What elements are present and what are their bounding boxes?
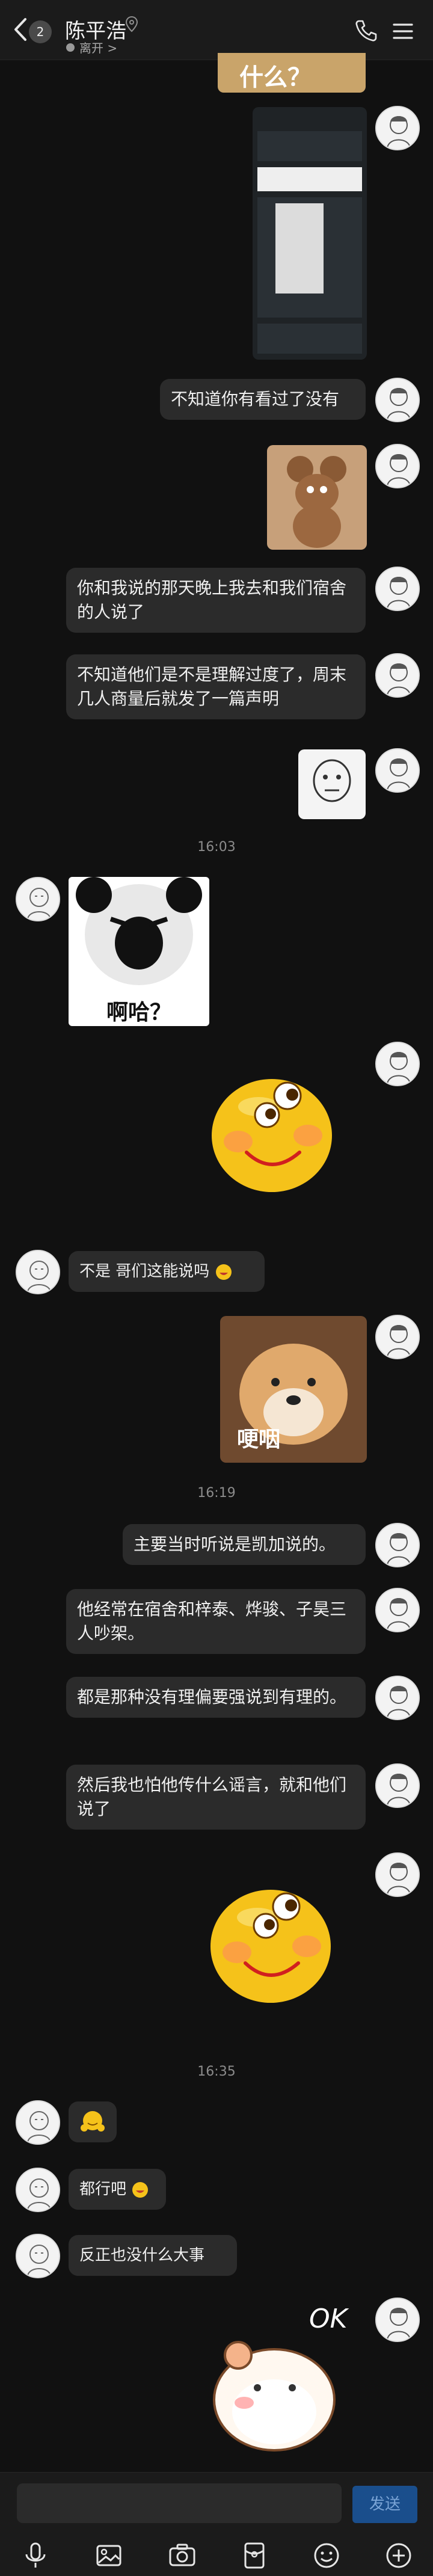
message-bubble-incoming[interactable]: 反正也没什么大事 bbox=[69, 2235, 237, 2276]
my-avatar[interactable] bbox=[375, 444, 420, 488]
message-bubble-outgoing[interactable]: 你和我说的那天晚上我去和我们宿舍的人说了 bbox=[66, 568, 366, 633]
my-avatar[interactable] bbox=[375, 1315, 420, 1359]
image-icon[interactable] bbox=[94, 2541, 124, 2570]
panda-sticker[interactable]: 啊哈？ bbox=[69, 877, 209, 1026]
contact-avatar[interactable] bbox=[16, 2100, 60, 2145]
my-avatar[interactable] bbox=[375, 653, 420, 698]
contact-avatar[interactable] bbox=[16, 1250, 60, 1294]
my-avatar[interactable] bbox=[375, 106, 420, 150]
presence-text: 离开 > bbox=[79, 41, 118, 55]
hamster-sticker-caption: OK bbox=[309, 2304, 348, 2334]
message-bubble-outgoing[interactable]: 然后我也怕他传什么谣言，就和他们说了 bbox=[66, 1765, 366, 1830]
message-bubble-outgoing[interactable]: 都是那种没有理偏要强说到有理的。 bbox=[66, 1677, 366, 1718]
my-avatar[interactable] bbox=[375, 1676, 420, 1720]
emoji-icon[interactable] bbox=[312, 2541, 342, 2570]
unread-count-badge[interactable]: 2 bbox=[29, 20, 52, 43]
sticker-partial-top[interactable]: 什么？ bbox=[218, 53, 366, 93]
dog-sticker[interactable]: 哽咽 bbox=[220, 1316, 367, 1463]
message-bubble-incoming[interactable] bbox=[69, 2101, 117, 2142]
my-avatar[interactable] bbox=[375, 748, 420, 793]
timestamp: 16:03 bbox=[197, 840, 236, 855]
presence-dot bbox=[66, 43, 75, 52]
timestamp: 16:35 bbox=[197, 2064, 236, 2079]
message-text: 不是 哥们这能说吗 bbox=[79, 1262, 210, 1280]
camera-icon[interactable] bbox=[167, 2541, 197, 2570]
my-avatar[interactable] bbox=[375, 1588, 420, 1632]
my-avatar[interactable] bbox=[375, 1042, 420, 1086]
my-avatar[interactable] bbox=[375, 567, 420, 611]
send-button[interactable]: 发送 bbox=[352, 2486, 417, 2523]
message-input[interactable] bbox=[17, 2483, 342, 2523]
screenshot-header-block bbox=[257, 131, 362, 161]
phone-icon[interactable] bbox=[354, 18, 379, 43]
hamster-ok-sticker[interactable]: OK bbox=[202, 2298, 367, 2456]
hug-emoji-icon bbox=[81, 2111, 105, 2132]
smiley-sticker[interactable] bbox=[204, 1065, 343, 1197]
my-avatar[interactable] bbox=[375, 1852, 420, 1897]
laughing-emoji-icon bbox=[215, 1264, 232, 1280]
message-bubble-incoming[interactable]: 都行吧 bbox=[69, 2169, 166, 2210]
message-bubble-outgoing[interactable]: 主要当时听说是凯加说的。 bbox=[123, 1524, 366, 1565]
menu-icon[interactable] bbox=[392, 22, 414, 41]
my-avatar[interactable] bbox=[375, 378, 420, 422]
my-avatar[interactable] bbox=[375, 1523, 420, 1567]
back-arrow-icon[interactable] bbox=[12, 16, 30, 43]
contact-avatar[interactable] bbox=[16, 2168, 60, 2212]
smiley-sticker[interactable] bbox=[203, 1875, 342, 2008]
my-avatar[interactable] bbox=[375, 2298, 420, 2342]
my-avatar[interactable] bbox=[375, 1763, 420, 1808]
message-text: 都行吧 bbox=[79, 2180, 127, 2198]
red-packet-icon[interactable] bbox=[239, 2541, 269, 2570]
contact-avatar[interactable] bbox=[16, 2234, 60, 2278]
screenshot-footer-block bbox=[257, 324, 362, 354]
microphone-icon[interactable] bbox=[20, 2541, 51, 2570]
location-pin-icon bbox=[125, 16, 138, 32]
message-bubble-incoming[interactable]: 不是 哥们这能说吗 bbox=[69, 1251, 265, 1292]
screenshot-image-message[interactable] bbox=[253, 107, 367, 360]
screenshot-content-block bbox=[257, 197, 362, 318]
screenshot-text-block bbox=[257, 167, 362, 191]
screenshot-document-preview bbox=[275, 203, 324, 294]
laughing-emoji-icon bbox=[132, 2182, 149, 2198]
timestamp: 16:19 bbox=[197, 1486, 236, 1501]
mouse-cartoon-sticker[interactable] bbox=[267, 445, 367, 550]
plus-icon[interactable] bbox=[384, 2541, 414, 2570]
message-bubble-outgoing[interactable]: 不知道你有看过了没有 bbox=[160, 379, 366, 420]
face-sticker[interactable] bbox=[298, 749, 366, 819]
sticker-partial-caption: 什么？ bbox=[239, 64, 312, 91]
message-bubble-outgoing[interactable]: 他经常在宿舍和梓泰、烨骏、子昊三人吵架。 bbox=[66, 1589, 366, 1654]
panda-sticker-caption: 啊哈？ bbox=[106, 1000, 171, 1025]
message-bubble-outgoing[interactable]: 不知道他们是不是理解过度了，周末几人商量后就发了一篇声明 bbox=[66, 654, 366, 719]
dog-sticker-caption: 哽咽 bbox=[237, 1427, 281, 1452]
composer-bar: 发送 bbox=[0, 2472, 433, 2576]
presence-status[interactable]: 离开 > bbox=[66, 38, 117, 56]
contact-avatar[interactable] bbox=[16, 877, 60, 921]
chat-header: 2 陈平浩 离开 > bbox=[0, 0, 433, 60]
